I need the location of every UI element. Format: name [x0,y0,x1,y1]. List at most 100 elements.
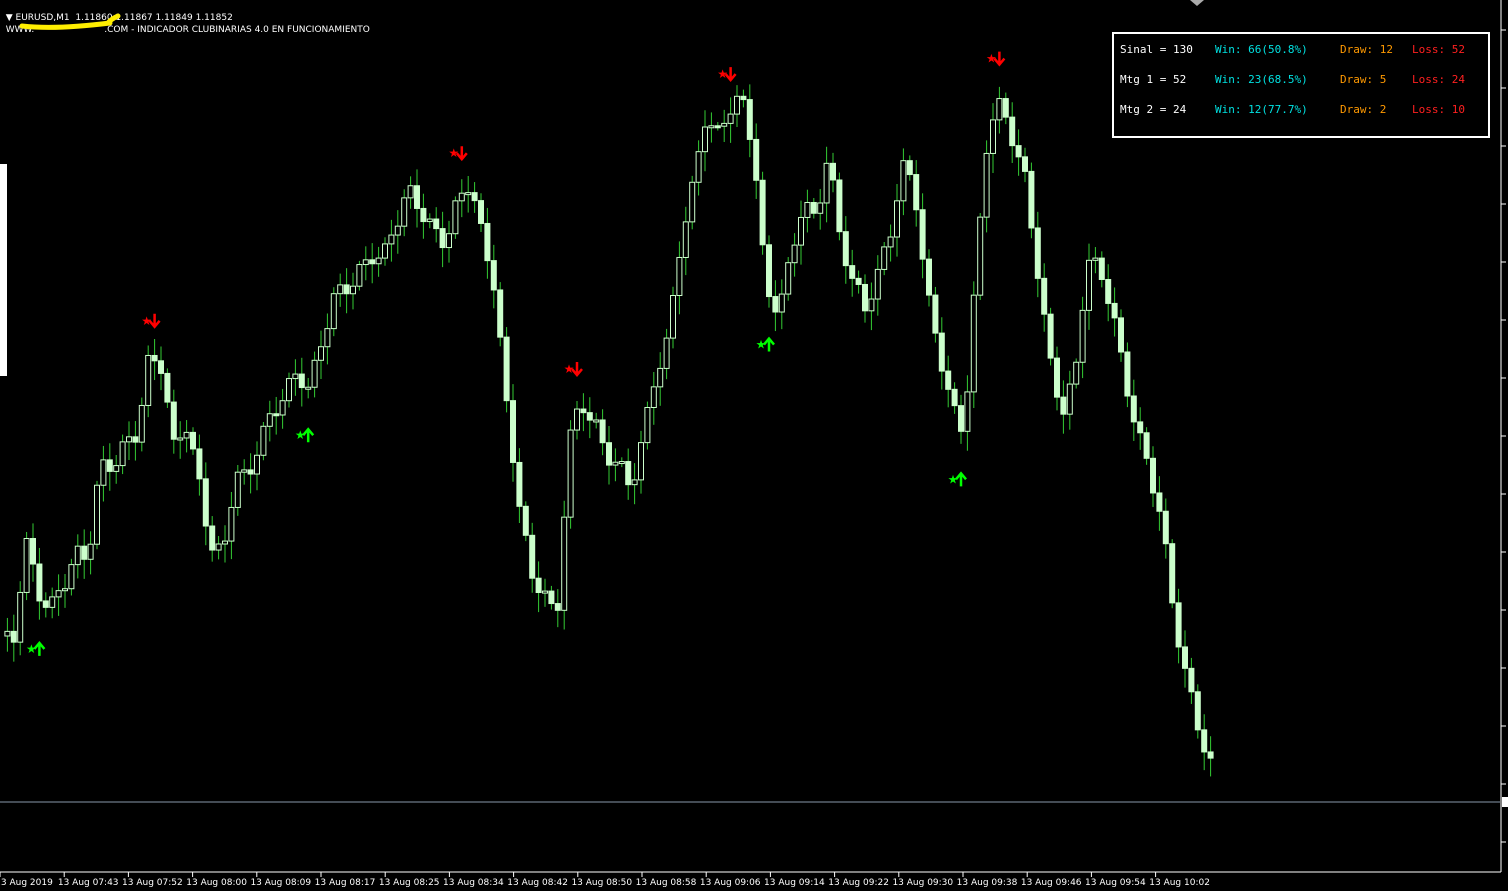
candle-body [1130,395,1137,423]
candle-body [407,185,414,199]
candle-body [68,564,75,590]
candle-body [670,294,676,339]
candle-body [945,370,952,390]
time-axis-label: 13 Aug 08:25 [379,878,440,888]
candles-layer [4,84,1214,777]
candle-body [644,406,651,444]
candle-body [62,588,68,592]
time-axis-label: 13 Aug 07:43 [58,878,119,888]
candle-body [791,244,798,264]
candle-body [958,405,964,432]
candle-body [446,233,452,249]
candle-body [164,372,171,403]
candle-body [638,442,644,481]
candle-body [1054,357,1060,398]
stats-draw: Draw: 2 [1340,103,1387,116]
candle-body [862,283,868,312]
candle-body [804,202,811,218]
time-axis-label: 13 Aug 07:52 [122,878,183,888]
candle-body [894,200,900,238]
candle-body [55,590,62,598]
candle-body [254,454,260,475]
candle-body [625,461,632,486]
candle-body [580,408,587,414]
time-axis-label: 13 Aug 08:42 [507,878,568,888]
candle-body [126,436,132,443]
candle-body [1041,277,1048,315]
candle-body [785,262,792,295]
candle-body [260,425,267,456]
time-axis-label: 13 Aug 08:00 [186,878,247,888]
candle-body [286,378,292,402]
time-axis-label: 13 Aug 09:46 [1021,878,1082,888]
candle-body [266,413,273,427]
candle-body [695,151,702,183]
stats-loss: Loss: 24 [1412,73,1465,86]
candle-body [1207,751,1214,759]
stats-draw: Draw: 12 [1340,43,1393,56]
candle-body [503,336,510,402]
candle-body [919,209,926,260]
candle-body [1098,257,1105,280]
candle-body [81,545,88,560]
candle-body [1188,667,1195,693]
candle-body [362,259,369,266]
candle-body [478,200,484,224]
candle-body [145,354,152,406]
candle-body [612,461,619,466]
stats-win: Win: 12(77.7%) [1215,103,1308,116]
candle-body [318,346,324,361]
candle-body [1079,309,1086,363]
candle-body [567,429,574,518]
candle-body [273,413,280,417]
candle-body [49,596,56,608]
candle-body [926,258,932,296]
time-axis-labels: 13 Aug 2019 13 Aug 07:43 13 Aug 07:52 13 Au… [0,872,1210,888]
time-axis-label: 13 Aug 09:30 [892,878,953,888]
stats-loss: Loss: 52 [1412,43,1465,56]
candle-body [849,265,856,279]
candle-body [100,459,107,486]
candle-body [830,162,836,181]
candle-body [542,590,548,594]
candle-body [734,95,740,115]
candle-body [183,431,190,439]
candle-body [708,125,715,129]
candle-body [1182,646,1188,669]
candle-body [1143,432,1150,459]
candle-body [1009,116,1016,147]
candle-body [382,243,388,259]
candle-body [17,591,24,643]
candle-body [657,367,664,388]
candle-body [842,231,849,267]
candle-body [337,284,344,295]
time-axis-label: 13 Aug 09:54 [1085,878,1146,888]
candle-body [548,590,555,605]
candle-body [170,401,177,440]
candle-body [990,119,996,154]
candle-body [94,484,100,545]
candle-body [74,545,81,566]
candle-body [606,442,612,466]
candle-body [401,197,408,227]
candle-body [433,218,440,230]
candle-body [36,563,43,602]
candle-body [900,160,907,202]
candle-body [906,160,913,176]
candle-body [42,600,49,608]
candle-body [689,181,696,223]
candle-body [1022,156,1028,172]
candle-body [964,391,971,432]
time-axis-label: 13 Aug 10:02 [1149,878,1210,888]
candle-body [535,577,542,594]
candle-body [458,192,465,202]
title-suffix: .COM - INDICADOR CLUBINARIAS 4.0 EN FUNC… [104,25,370,35]
candle-body [1124,351,1131,397]
candle-body [810,202,817,214]
candle-body [1092,257,1099,261]
candle-body [298,373,305,389]
candle-body [650,386,657,408]
candle-body [138,404,145,443]
candle-body [215,543,222,551]
side-scroll-panel[interactable] [0,164,7,376]
